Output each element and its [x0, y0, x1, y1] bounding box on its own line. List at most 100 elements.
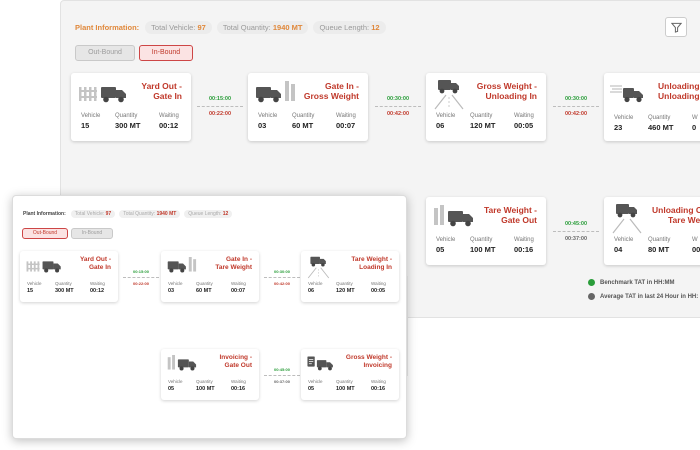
vehicle-label: Vehicle	[436, 237, 456, 243]
benchmark-tat: 00:15:00	[208, 96, 232, 102]
inbound-toggle-button[interactable]: In-Bound	[71, 228, 113, 239]
vehicle-label: Vehicle	[168, 281, 183, 286]
waiting-time: 0	[692, 123, 697, 132]
waiting-label: Waiting	[336, 113, 356, 119]
stage-card-gross-weight-invoicing[interactable]: Gross Weight - Invoicing Vehicle 05 Quant…	[301, 349, 399, 400]
waiting-time: 00:12	[159, 121, 179, 130]
waiting-time: 00:07	[231, 288, 246, 294]
vehicle-label: Vehicle	[614, 237, 634, 243]
quantity-value: 300 MT	[55, 288, 74, 294]
quantity-value: 100 MT	[336, 386, 355, 392]
waiting-label: Waiting	[159, 113, 179, 119]
inbound-toggle-button[interactable]: In-Bound	[139, 45, 193, 61]
plant-info-bar: Plant Information: Total Vehicle: 97 Tot…	[75, 21, 386, 34]
average-tat: 00:42:00	[564, 111, 588, 117]
quantity-value: 60 MT	[196, 288, 212, 294]
quantity-label: Quantity	[115, 113, 138, 119]
filter-button[interactable]	[665, 17, 687, 37]
waiting-time: 00:05	[371, 288, 386, 294]
quantity-label: Quantity	[336, 379, 353, 384]
waiting-label: Waiting	[90, 281, 105, 286]
average-tat: 00:37:00	[273, 379, 290, 384]
quantity-label: Quantity	[648, 237, 671, 243]
vehicle-count: 05	[308, 386, 315, 392]
vehicle-count: 04	[614, 245, 623, 254]
gate-truck-icon	[167, 257, 197, 273]
stage-title: Yard Out - Gate In	[79, 256, 111, 271]
stage-card-gross-weight-unloading-in[interactable]: Gross Weight - Unloading In Vehicle 06 Qu…	[426, 73, 546, 141]
timing-connector: 00:15:00 00:22:00	[195, 96, 245, 117]
plant-info-title: Plant Information:	[23, 211, 66, 217]
stage-card-unloading-tare-weight[interactable]: Unloading C Tare We Vehicle 04 Quantity 80…	[604, 197, 700, 265]
gate-truck-icon	[434, 205, 473, 227]
stage-stats: Vehicle 03 Quantity 60 MT Waiting 00:07	[258, 113, 356, 130]
waiting-time: 00:12	[90, 288, 105, 294]
vehicle-label: Vehicle	[168, 379, 183, 384]
quantity-label: Quantity	[292, 113, 315, 119]
invoice-truck-icon	[307, 356, 333, 371]
waiting-label: W	[692, 115, 698, 121]
total-quantity-chip: Total Quantity: 1940 MT	[119, 210, 181, 218]
waiting-label: Waiting	[231, 379, 246, 384]
average-tat: 00:37:00	[564, 236, 588, 242]
quantity-value: 100 MT	[470, 245, 496, 254]
vehicle-count: 05	[436, 245, 445, 254]
direction-toggle: Out-Bound In-Bound	[75, 45, 193, 61]
stage-title: Yard Out - Gate In	[141, 81, 182, 102]
quantity-label: Quantity	[470, 113, 493, 119]
vehicle-count: 06	[436, 121, 445, 130]
total-vehicle-chip: Total Vehicle: 97	[70, 210, 116, 218]
vehicle-count: 03	[168, 288, 175, 294]
quantity-value: 120 MT	[470, 121, 496, 130]
stage-title: Tare Weight - Loading In	[351, 256, 392, 271]
weighbridge-icon	[612, 204, 642, 234]
vehicle-label: Vehicle	[27, 281, 42, 286]
stage-card-unloading[interactable]: Unloading Unloading Vehicle 23 Quantity 46…	[604, 73, 700, 141]
stage-card-gate-in-tare-weight[interactable]: Gate In - Tare Weight Vehicle 03 Quantity…	[161, 251, 259, 302]
stage-title: Unloading C Tare We	[652, 205, 700, 226]
right-connector-line	[399, 276, 408, 376]
vehicle-count: 15	[81, 121, 90, 130]
benchmark-dot	[588, 279, 595, 286]
yard-truck-icon	[79, 87, 126, 103]
stage-card-invoicing-gate-out[interactable]: Invoicing - Gate Out Vehicle 05 Quantity 1…	[161, 349, 259, 400]
outbound-flow-panel: Plant Information: Total Vehicle: 97 Tot…	[12, 195, 408, 439]
waiting-time: 00:16	[514, 245, 534, 254]
quantity-value: 80 MT	[648, 245, 670, 254]
vehicle-count: 23	[614, 123, 623, 132]
weighbridge-icon	[434, 80, 464, 110]
stage-title: Unloading Unloading	[658, 81, 700, 102]
stage-stats: Vehicle 23 Quantity 460 MT W 0	[614, 115, 698, 132]
benchmark-legend-label: Benchmark TAT in HH:MM	[600, 279, 675, 286]
waiting-time: 00:16	[371, 386, 386, 392]
vehicle-label: Vehicle	[308, 281, 323, 286]
queue-length-chip: Queue Length: 12	[184, 210, 233, 218]
vehicle-label: Vehicle	[436, 113, 456, 119]
unloading-truck-icon	[610, 85, 643, 103]
outbound-toggle-button[interactable]: Out-Bound	[22, 228, 68, 239]
stage-card-yard-out-gate-in[interactable]: Yard Out - Gate In Vehicle 15 Quantity 300…	[20, 251, 118, 302]
stage-card-tare-weight-gate-out[interactable]: Tare Weight - Gate Out Vehicle 05 Quantit…	[426, 197, 546, 265]
stage-title: Invoicing - Gate Out	[219, 354, 253, 369]
vehicle-count: 05	[168, 386, 175, 392]
filter-icon	[670, 22, 682, 33]
vehicle-count: 03	[258, 121, 267, 130]
stage-title: Gate In - Gross Weight	[303, 81, 359, 102]
quantity-label: Quantity	[196, 281, 213, 286]
stage-card-yard-out-gate-in[interactable]: Yard Out - Gate In Vehicle 15 Quantity 300…	[71, 73, 191, 141]
vehicle-label: Vehicle	[308, 379, 323, 384]
timing-connector: 00:30:00 00:42:00	[551, 96, 601, 117]
quantity-value: 120 MT	[336, 288, 355, 294]
total-vehicle-chip: Total Vehicle: 97	[145, 21, 212, 34]
quantity-value: 60 MT	[292, 121, 314, 130]
timing-connector: 00:30:00 00:42:00	[373, 96, 423, 117]
tat-legend: Benchmark TAT in HH:MM Average TAT in la…	[588, 279, 698, 307]
vehicle-count: 15	[27, 288, 34, 294]
stage-card-tare-weight-loading-in[interactable]: Tare Weight - Loading In Vehicle 06 Quant…	[301, 251, 399, 302]
quantity-value: 460 MT	[648, 123, 674, 132]
stage-card-gate-in-gross-weight[interactable]: Gate In - Gross Weight Vehicle 03 Quantit…	[248, 73, 368, 141]
waiting-label: Waiting	[371, 379, 386, 384]
outbound-toggle-button[interactable]: Out-Bound	[75, 45, 135, 61]
benchmark-tat: 00:45:00	[273, 367, 290, 372]
yard-truck-icon	[26, 261, 61, 273]
